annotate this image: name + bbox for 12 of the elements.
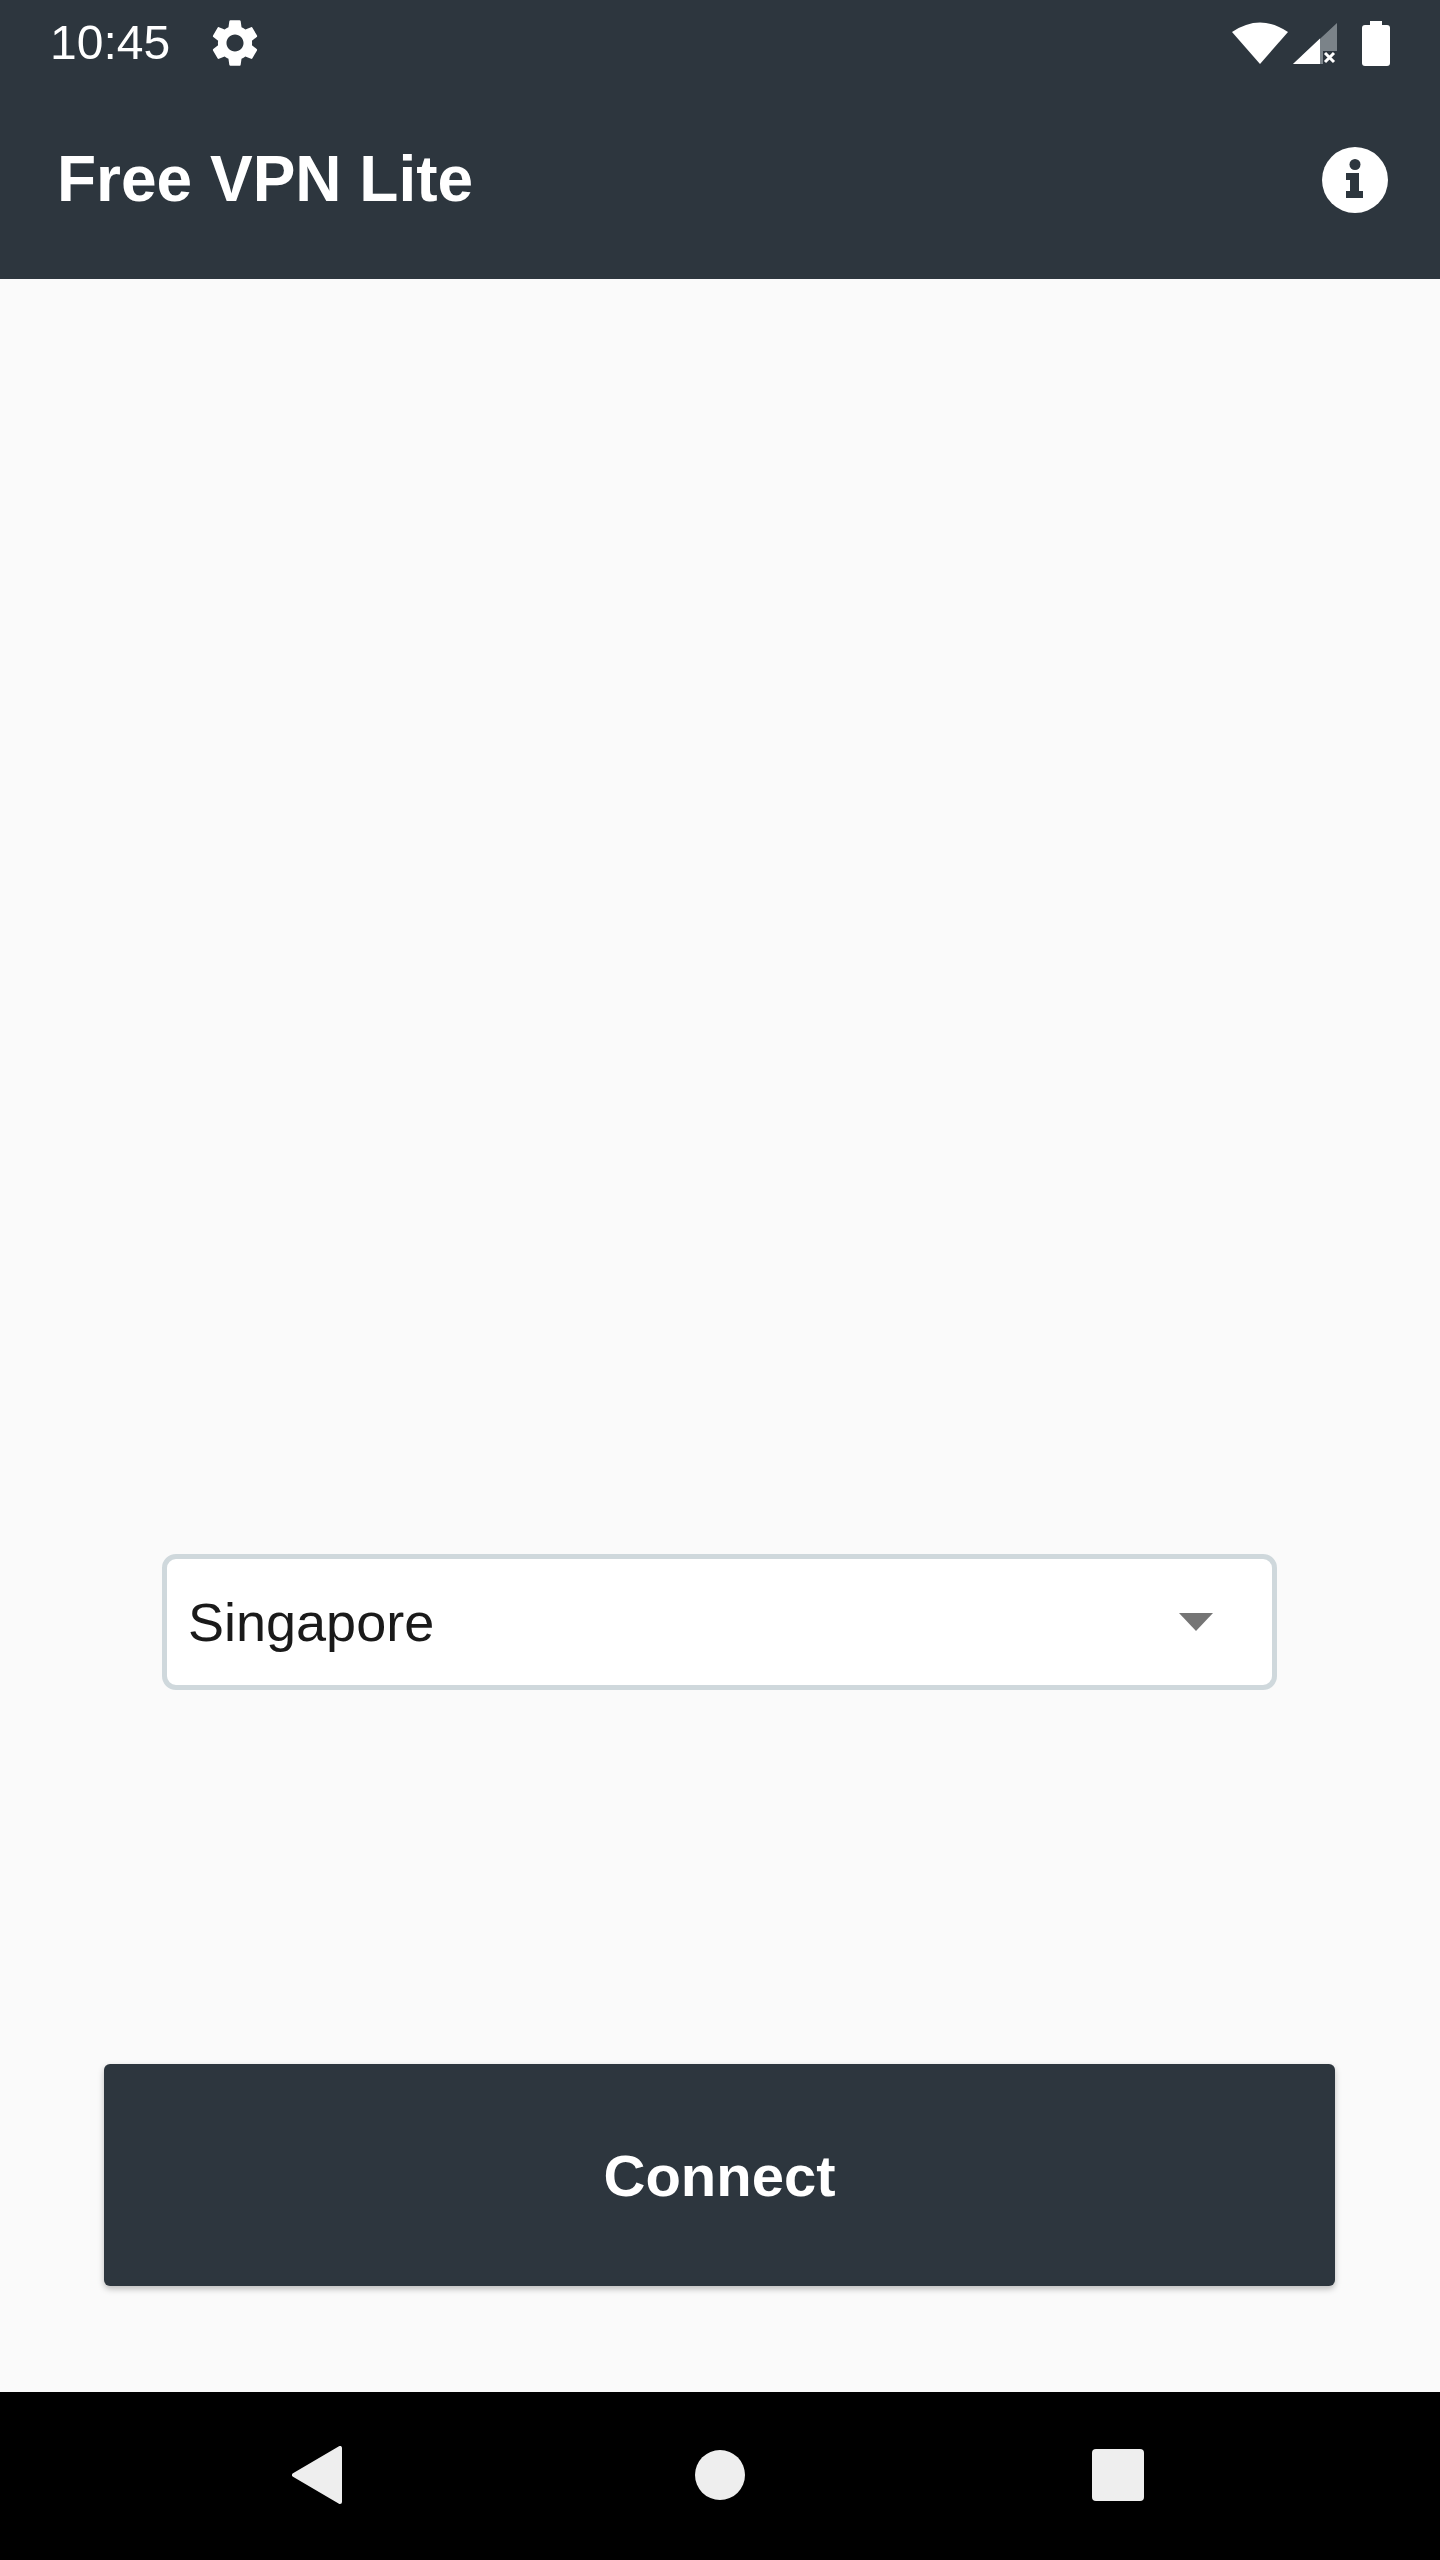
battery-icon (1362, 20, 1390, 66)
signal-icon (1293, 22, 1337, 64)
info-icon[interactable] (1322, 146, 1388, 213)
settings-icon (212, 20, 259, 66)
status-time: 10:45 (50, 19, 171, 67)
country-dropdown[interactable]: Singapore (162, 1554, 1277, 1690)
connect-button[interactable]: Connect (104, 2064, 1335, 2286)
app-title: Free VPN Lite (57, 142, 474, 217)
caret-icon (1179, 1613, 1213, 1631)
wifi-icon (1232, 22, 1288, 64)
home-icon[interactable] (695, 2450, 745, 2500)
back-icon[interactable] (292, 2446, 342, 2504)
